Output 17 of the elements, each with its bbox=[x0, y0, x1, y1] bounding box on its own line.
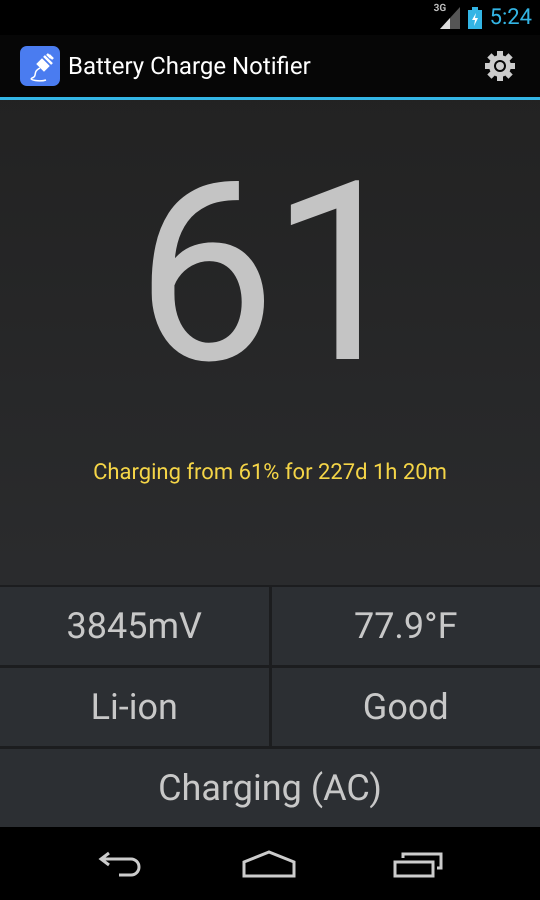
charge-state-cell: Charging (AC) bbox=[0, 749, 540, 827]
app-title: Battery Charge Notifier bbox=[68, 51, 311, 82]
home-icon bbox=[242, 850, 296, 878]
settings-icon bbox=[484, 50, 516, 82]
network-label: 3G bbox=[434, 4, 446, 14]
recents-button[interactable] bbox=[393, 850, 444, 878]
recents-icon bbox=[393, 850, 444, 878]
stat-cell: 77.9°F bbox=[272, 587, 540, 665]
battery-charging-icon bbox=[468, 6, 482, 28]
stat-cell: 3845mV bbox=[0, 587, 268, 665]
clock: 5:24 bbox=[490, 4, 532, 32]
home-button[interactable] bbox=[242, 850, 296, 878]
battery-percent: 61 bbox=[135, 160, 404, 390]
plug-logo-icon bbox=[20, 46, 60, 86]
stat-cell: Good bbox=[272, 668, 540, 746]
charging-status: Charging from 61% for 227d 1h 20m bbox=[93, 459, 447, 487]
stat-cell: Li-ion bbox=[0, 668, 268, 746]
